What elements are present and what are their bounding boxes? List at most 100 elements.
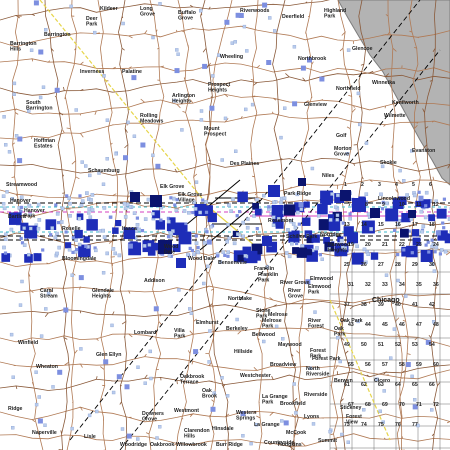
density-cell [103,359,109,365]
density-cell [302,217,311,226]
density-cell [442,226,446,230]
community-area-number: 17 [412,222,418,228]
density-cell [126,433,132,439]
place-label-bloomingdale: Bloomingdale [62,256,96,262]
place-label-glencoe: Glencoe [352,46,373,52]
community-area-number: 68 [365,402,371,408]
community-area-number: 20 [365,242,371,248]
density-cell [56,221,61,225]
density-cell [69,4,73,9]
place-label-bartlett: Bartlett [8,214,26,220]
community-area-number: 38 [361,302,367,308]
density-cell [441,221,445,225]
density-cell [436,208,447,219]
place-label-bellwood: Bellwood [252,332,275,338]
density-cell [176,52,180,56]
density-cell [4,232,8,237]
density-cell [233,40,237,44]
density-cell [54,203,58,207]
density-cell [173,203,177,207]
density-cell [205,230,209,234]
density-cell [202,240,207,245]
community-area-number: 36 [433,282,439,288]
density-cell [267,205,271,209]
place-label-inverness: Inverness [80,69,104,75]
community-area-number: 25 [344,262,350,268]
density-cell [127,243,133,249]
density-cell [50,226,54,230]
density-cell [432,269,437,273]
community-area-number: 46 [399,322,405,328]
density-cell [274,324,279,329]
density-cell [38,95,43,100]
density-cell [148,349,153,354]
density-cell [221,250,226,255]
community-area-number: 50 [361,342,367,348]
density-cell [68,201,72,206]
density-cell [17,158,23,164]
density-cell [280,419,284,423]
place-label-western-springs: Western Springs [236,410,256,422]
place-label-streamwood: Streamwood [6,182,37,188]
density-cell [135,216,139,220]
density-cell [68,213,72,218]
density-cell [114,152,118,156]
density-cell [283,106,287,110]
community-area-number: 37 [344,302,350,308]
density-cell [284,251,289,255]
density-cell [87,413,92,418]
community-area-number: 12 [433,202,439,208]
density-cell [29,226,33,231]
density-cell [439,248,444,252]
density-cell [250,102,255,107]
density-cell [79,347,83,351]
place-label-winfield: Winfield [18,340,38,346]
density-cell [418,195,424,201]
density-cell [420,249,433,262]
density-cell [80,160,84,164]
density-cell [181,225,188,232]
community-area-number: 59 [416,362,422,368]
density-cell [65,242,72,249]
density-cell [204,210,209,214]
density-cell [298,178,306,186]
density-cell [209,224,213,229]
density-cell [111,247,116,251]
density-cell [39,334,44,338]
place-label-river-grove-2: River Grove [280,280,310,286]
density-cell [279,200,283,205]
density-cell [111,390,116,395]
density-cell [74,108,78,112]
density-cell [171,196,176,201]
density-cell [286,228,290,232]
community-area-number: 51 [378,342,384,348]
place-label-deer-park: Deer Park [86,16,98,28]
density-cell [287,254,292,259]
density-cell [115,220,122,227]
density-cell [174,68,180,74]
density-cell [57,369,63,375]
density-cell [358,122,362,127]
density-cell [435,230,441,236]
place-label-willowbrook: Willowbrook [176,442,207,448]
density-cell [84,244,88,248]
density-cell [92,30,97,35]
community-area-number: 19 [348,242,354,248]
density-cell [20,205,24,209]
density-cell [223,116,228,121]
place-label-summit: Summit [318,438,337,444]
density-cell [174,208,179,213]
density-cell [87,207,91,211]
density-cell [101,271,106,275]
density-cell [194,234,198,238]
transit-density-map[interactable]: Kildeer Long Grove Buffalo GroveRiverwoodsDe… [0,0,450,450]
community-area-number: 3 [378,182,381,188]
density-cell [348,212,352,216]
community-area-number: 75 [378,422,384,428]
density-cell [366,252,371,257]
community-area-number: 65 [412,382,418,388]
place-label-wood-dale-2: Wood Dale [188,256,215,262]
density-cell [149,376,153,381]
community-area-number: 18 [429,222,435,228]
place-label-rosemont: Rosemont [268,218,294,224]
